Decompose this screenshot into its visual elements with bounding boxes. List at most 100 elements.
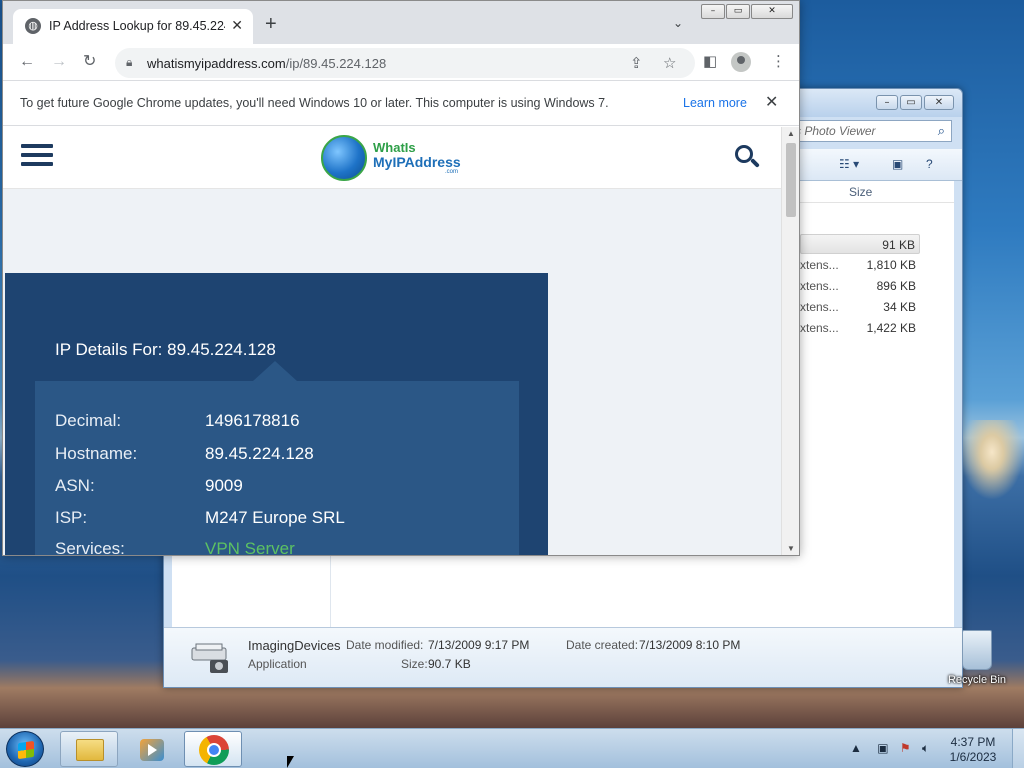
show-desktop-button[interactable] <box>1012 729 1024 768</box>
tab-close-icon[interactable]: ✕ <box>231 17 243 34</box>
help-icon[interactable]: ? <box>926 157 933 171</box>
navigation-pane-divider[interactable] <box>330 553 331 627</box>
file-row[interactable]: xtens... 34 KB <box>800 297 920 317</box>
details-pane: ImagingDevices Application Date modified… <box>164 627 962 687</box>
new-tab-icon[interactable]: + <box>265 14 277 34</box>
details-modified-value: 7/13/2009 9:17 PM <box>428 638 530 652</box>
kebab-menu-icon[interactable]: ⋮ <box>771 52 786 70</box>
explorer-window-controls: – ▭ ✕ <box>876 95 954 110</box>
maximize-button[interactable]: ▭ <box>900 95 922 110</box>
hamburger-menu-icon[interactable] <box>21 144 53 168</box>
detail-value: 1496178816 <box>205 411 300 430</box>
browser-tab[interactable]: ◍ IP Address Lookup for 89.45.224.128 ✕ <box>13 9 253 44</box>
recycle-bin-label: Recycle Bin <box>947 674 1007 686</box>
detail-key: ASN: <box>55 476 95 495</box>
view-options-icon[interactable]: ☷ ▾ <box>839 157 859 171</box>
maximize-button[interactable]: ▭ <box>726 4 750 19</box>
column-header-size[interactable]: Size <box>849 185 872 199</box>
share-icon[interactable]: ⇪ <box>630 54 643 72</box>
file-row[interactable]: 91 KB <box>800 234 920 254</box>
taskbar-chrome-button[interactable] <box>184 731 242 767</box>
detail-value: M247 Europe SRL <box>205 508 345 527</box>
logo-text-main: MyIPAddress <box>373 154 461 170</box>
start-button[interactable] <box>6 731 44 767</box>
logo-text-suffix: .com <box>445 169 459 175</box>
file-size: 896 KB <box>876 279 916 293</box>
file-type: xtens... <box>800 321 839 335</box>
volume-icon[interactable]: 🔈︎ <box>922 741 929 755</box>
detail-key: Hostname: <box>55 444 138 463</box>
show-hidden-icons-icon[interactable]: ▲ <box>850 741 862 755</box>
details-size-label: Size: <box>401 657 428 671</box>
file-size: 1,810 KB <box>866 258 916 272</box>
tab-strip: ◍ IP Address Lookup for 89.45.224.128 ✕ … <box>3 1 799 44</box>
tab-search-chevron-icon[interactable]: ⌄ <box>673 16 683 30</box>
mouse-cursor-icon <box>287 756 294 768</box>
globe-logo-icon <box>321 135 367 181</box>
url-path: /ip/89.45.224.128 <box>285 56 387 71</box>
profile-avatar-icon[interactable] <box>731 52 751 72</box>
search-icon[interactable]: ⌕ <box>938 123 945 139</box>
details-modified-label: Date modified: <box>346 638 424 652</box>
infobar-message: To get future Google Chrome updates, you… <box>20 96 609 110</box>
scroll-up-icon[interactable]: ▲ <box>787 129 795 138</box>
recycle-bin-shortcut[interactable]: Recycle Bin <box>944 630 1010 686</box>
side-panel-icon[interactable]: ◧ <box>703 52 717 70</box>
desktop-wallpaper-glow <box>960 420 1024 500</box>
close-button[interactable]: ✕ <box>924 95 954 110</box>
clock-time: 4:37 PM <box>950 735 996 749</box>
update-infobar: To get future Google Chrome updates, you… <box>3 82 799 126</box>
lock-icon[interactable]: 🔒︎ <box>126 55 132 70</box>
logo-text-top: WhatIs <box>373 140 416 155</box>
taskbar-media-player-button[interactable] <box>122 731 180 767</box>
detail-value-link[interactable]: VPN Server <box>205 539 295 555</box>
globe-icon: ◍ <box>25 18 41 34</box>
chrome-icon <box>199 735 229 765</box>
address-bar[interactable]: 🔒︎ whatismyipaddress.com/ip/89.45.224.12… <box>115 48 695 78</box>
file-row[interactable]: xtens... 1,810 KB <box>800 255 920 275</box>
details-created-value: 7/13/2009 8:10 PM <box>639 638 741 652</box>
taskbar-explorer-button[interactable] <box>60 731 118 767</box>
file-row[interactable]: xtens... 1,422 KB <box>800 318 920 338</box>
reload-icon[interactable]: ↻ <box>83 52 96 72</box>
recycle-bin-icon <box>962 630 992 670</box>
minimize-button[interactable]: – <box>701 4 725 19</box>
detail-key: ISP: <box>55 508 88 527</box>
details-file-kind: Application <box>248 657 307 671</box>
card-notch <box>253 361 297 381</box>
preview-pane-icon[interactable]: ▣ <box>892 157 903 171</box>
learn-more-link[interactable]: Learn more <box>683 96 747 110</box>
folder-icon <box>76 739 104 761</box>
infobar-close-icon[interactable]: ✕ <box>765 92 778 112</box>
file-row[interactable]: xtens... 896 KB <box>800 276 920 296</box>
details-file-name: ImagingDevices <box>248 638 341 653</box>
chrome-window: ◍ IP Address Lookup for 89.45.224.128 ✕ … <box>2 0 800 556</box>
back-arrow-icon[interactable]: ← <box>19 52 35 72</box>
chrome-window-controls: – ▭ ✕ <box>701 4 793 19</box>
site-logo[interactable]: WhatIs MyIPAddress .com <box>321 131 471 183</box>
detail-value: 89.45.224.128 <box>205 444 314 463</box>
toolbar: ← → ↻ 🔒︎ whatismyipaddress.com/ip/89.45.… <box>3 44 799 81</box>
file-size: 34 KB <box>883 300 916 314</box>
bookmark-star-icon[interactable]: ☆ <box>663 54 676 72</box>
taskbar-clock[interactable]: 4:37 PM 1/6/2023 <box>940 735 1006 765</box>
network-icon[interactable]: ▣ <box>877 741 888 755</box>
action-center-icon[interactable]: ⚑ <box>900 741 911 755</box>
page-viewport: WhatIs MyIPAddress .com IP Details For: … <box>3 127 781 555</box>
address-url: whatismyipaddress.com/ip/89.45.224.128 <box>147 56 386 71</box>
details-created-label: Date created: <box>566 638 639 652</box>
ip-details-table: Decimal: 1496178816 Hostname: 89.45.224.… <box>35 381 519 555</box>
minimize-button[interactable]: – <box>876 95 898 110</box>
forward-arrow-icon[interactable]: → <box>51 52 67 72</box>
site-header: WhatIs MyIPAddress .com <box>3 127 781 189</box>
file-type: xtens... <box>800 300 839 314</box>
details-size-value: 90.7 KB <box>428 657 471 671</box>
explorer-search-input[interactable]: s Photo Viewer ⌕ <box>788 120 952 142</box>
scrollbar-thumb[interactable] <box>786 143 796 217</box>
search-icon[interactable] <box>733 143 761 171</box>
close-button[interactable]: ✕ <box>751 4 793 19</box>
taskbar: ▲ ▣ ⚑ 🔈︎ 4:37 PM 1/6/2023 <box>0 728 1024 768</box>
page-scrollbar[interactable]: ▲ ▼ <box>781 127 799 555</box>
scroll-down-icon[interactable]: ▼ <box>787 544 795 553</box>
tab-title: IP Address Lookup for 89.45.224.128 <box>49 19 225 33</box>
